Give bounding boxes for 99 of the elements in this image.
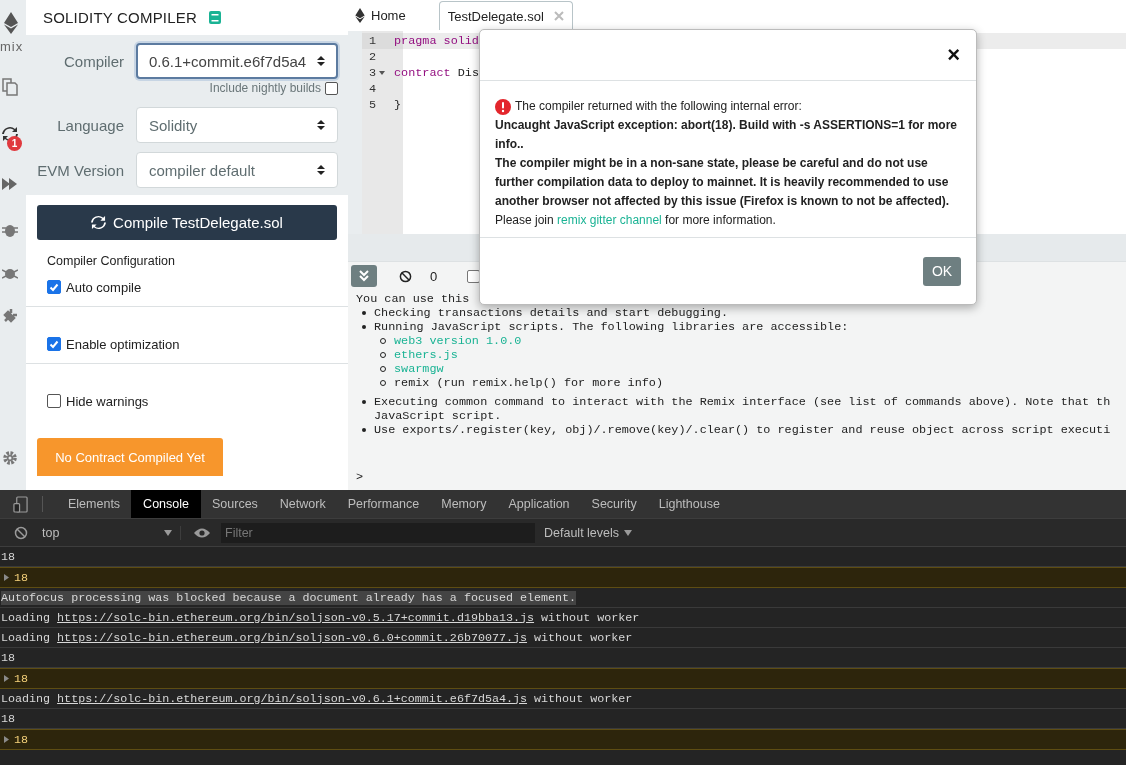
documentation-icon[interactable] xyxy=(209,11,221,24)
bullet-icon xyxy=(362,325,366,329)
script-link[interactable]: https://solc-bin.ethereum.org/bin/soljson-v0.6.0+commit.26b70077.js xyxy=(57,630,528,645)
devtools-tab[interactable]: Performance xyxy=(336,490,431,518)
section-title: Compiler Configuration xyxy=(47,254,176,268)
transaction-count: 0 xyxy=(430,268,438,284)
checkbox-label: Auto compile xyxy=(66,279,142,295)
line-number: 2 xyxy=(367,50,376,64)
terminal-text: Executing common command to interact with the Remix interface (see list of commands above). Note that th xyxy=(374,395,1111,409)
field-label: Language xyxy=(56,116,124,134)
terminal-text: remix (run remix.help() for more info) xyxy=(394,376,663,390)
files-icon[interactable] xyxy=(2,78,18,96)
expand-arrow-icon[interactable] xyxy=(4,736,9,743)
checkbox-label: Include nightly builds xyxy=(209,81,321,95)
devtools-tab[interactable]: Memory xyxy=(430,490,498,518)
devtools-tab[interactable]: Console xyxy=(131,490,201,518)
line-number: 1 xyxy=(367,34,376,48)
select-field[interactable]: compiler default xyxy=(136,152,338,188)
console-message: 18 xyxy=(14,570,29,585)
terminal-text: Running JavaScript scripts. The following libraries are accessible: xyxy=(374,320,849,334)
console-message: Loading https://solc-bin.ethereum.org/bin/soljson-v0.6.0+commit.26b70077.js without worker xyxy=(1,630,633,645)
checkbox-label: Enable optimization xyxy=(66,336,180,352)
dropdown-arrow-icon xyxy=(624,529,633,536)
devtools-tab[interactable]: Elements xyxy=(57,490,132,518)
console-message: 18 xyxy=(14,732,29,747)
code-text: Dis xyxy=(456,66,479,80)
refresh-icon xyxy=(91,215,107,230)
logo-text: mix xyxy=(0,40,24,54)
expand-arrow-icon[interactable] xyxy=(4,574,9,581)
console-message: 18 xyxy=(1,549,16,564)
bullet-icon xyxy=(362,400,366,404)
double-chevron-icon xyxy=(358,270,370,282)
console-message: 18 xyxy=(1,650,16,665)
console-message: 18 xyxy=(1,711,16,726)
field-label: Compiler xyxy=(63,52,124,70)
clear-icon[interactable] xyxy=(399,269,412,283)
bullet-icon xyxy=(362,428,366,432)
console-message: Loading https://solc-bin.ethereum.org/bin/soljson-v0.5.17+commit.d19bba13.js without worker xyxy=(1,610,640,625)
warning-message: The compiler might be in a non-sane state, please be careful and do not use further compilation data to deploy to mainnet. It is heavily recommended to use another browser not affected by this issue (Firefox is known to not be affected). xyxy=(495,155,951,210)
option-checkbox[interactable] xyxy=(47,280,61,294)
option-checkbox[interactable] xyxy=(47,337,61,351)
ethereum-logo-icon xyxy=(4,12,18,34)
help-message: Please join remix gitter channel for more information. xyxy=(495,212,777,229)
editor-tab[interactable]: Home xyxy=(354,1,415,30)
nightly-checkbox[interactable] xyxy=(325,81,338,95)
dropdown-arrow-icon xyxy=(164,529,172,536)
select-field[interactable]: 0.6.1+commit.e6f7d5a4 xyxy=(136,43,338,79)
code-text: pragma solid xyxy=(394,34,479,48)
updown-arrows-icon xyxy=(317,164,325,176)
code-text: } xyxy=(394,98,402,112)
devtools-tab[interactable]: Application xyxy=(497,490,581,518)
checkbox-label: Hide warnings xyxy=(66,393,149,409)
script-link[interactable]: https://solc-bin.ethereum.org/bin/soljson-v0.5.17+commit.d19bba13.js xyxy=(57,610,535,625)
compile-button[interactable]: Compile TestDelegate.sol xyxy=(37,205,337,240)
levels-dropdown[interactable]: Default levels xyxy=(544,525,633,540)
plug-icon[interactable] xyxy=(2,308,18,324)
terminal-prompt[interactable]: > xyxy=(356,470,1126,484)
updown-arrows-icon xyxy=(317,55,325,67)
ok-button[interactable]: OK xyxy=(923,256,961,286)
terminal-text: You can use this xyxy=(356,292,471,306)
collapse-terminal-button[interactable] xyxy=(351,265,377,287)
eye-icon[interactable] xyxy=(193,526,211,539)
close-button[interactable]: × xyxy=(945,45,962,65)
devtools-tab[interactable]: Sources xyxy=(201,490,269,518)
debugger-icon[interactable] xyxy=(2,266,18,282)
select-field[interactable]: Solidity xyxy=(136,107,338,143)
option-checkbox[interactable] xyxy=(47,394,61,408)
panel-title: SOLIDITY COMPILER xyxy=(43,9,197,26)
terminal-text: Checking transactions details and start debugging. xyxy=(374,306,728,320)
error-message: Uncaught JavaScript exception: abort(18). Build with -s ASSERTIONS=1 for more info.. xyxy=(495,117,958,153)
devtools-tab[interactable]: Lighthouse xyxy=(647,490,731,518)
deploy-icon[interactable] xyxy=(2,176,18,192)
devtools-tab[interactable]: Security xyxy=(580,490,648,518)
terminal-text: Use exports/.register(key, obj)/.remove(key)/.clear() to register and reuse object across script executi xyxy=(374,423,1111,437)
console-message: Loading https://solc-bin.ethereum.org/bin/soljson-v0.6.1+commit.e6f7d5a4.js without worker xyxy=(1,691,633,706)
code-text: contract xyxy=(394,66,451,80)
fold-arrow-icon[interactable] xyxy=(379,71,385,75)
line-number: 3 xyxy=(367,66,376,80)
script-link[interactable]: https://solc-bin.ethereum.org/bin/soljson-v0.6.1+commit.e6f7d5a4.js xyxy=(57,691,528,706)
console-message: Autofocus processing was blocked because a document already has a focused element. xyxy=(1,590,577,605)
context-select[interactable]: top xyxy=(42,525,181,540)
settings-icon[interactable] xyxy=(2,450,18,466)
bullet-icon xyxy=(362,311,366,315)
error-icon xyxy=(495,98,511,115)
ethereum-logo-icon xyxy=(355,8,365,23)
error-message: The compiler returned with the following internal error: xyxy=(515,98,802,115)
filter-field[interactable]: Filter xyxy=(221,522,535,543)
line-number: 5 xyxy=(367,98,376,112)
terminal-text: JavaScript script. xyxy=(374,409,503,423)
devtools-tab[interactable]: Network xyxy=(268,490,337,518)
console-message: 18 xyxy=(14,671,29,686)
expand-arrow-icon[interactable] xyxy=(4,675,9,682)
clear-console-icon[interactable] xyxy=(14,525,28,540)
bug-icon[interactable] xyxy=(2,222,18,238)
notification-badge: 1 xyxy=(7,136,22,151)
line-number: 4 xyxy=(367,82,376,96)
updown-arrows-icon xyxy=(317,119,325,131)
field-label: EVM Version xyxy=(36,161,124,179)
device-toolbar-icon[interactable] xyxy=(13,495,28,513)
